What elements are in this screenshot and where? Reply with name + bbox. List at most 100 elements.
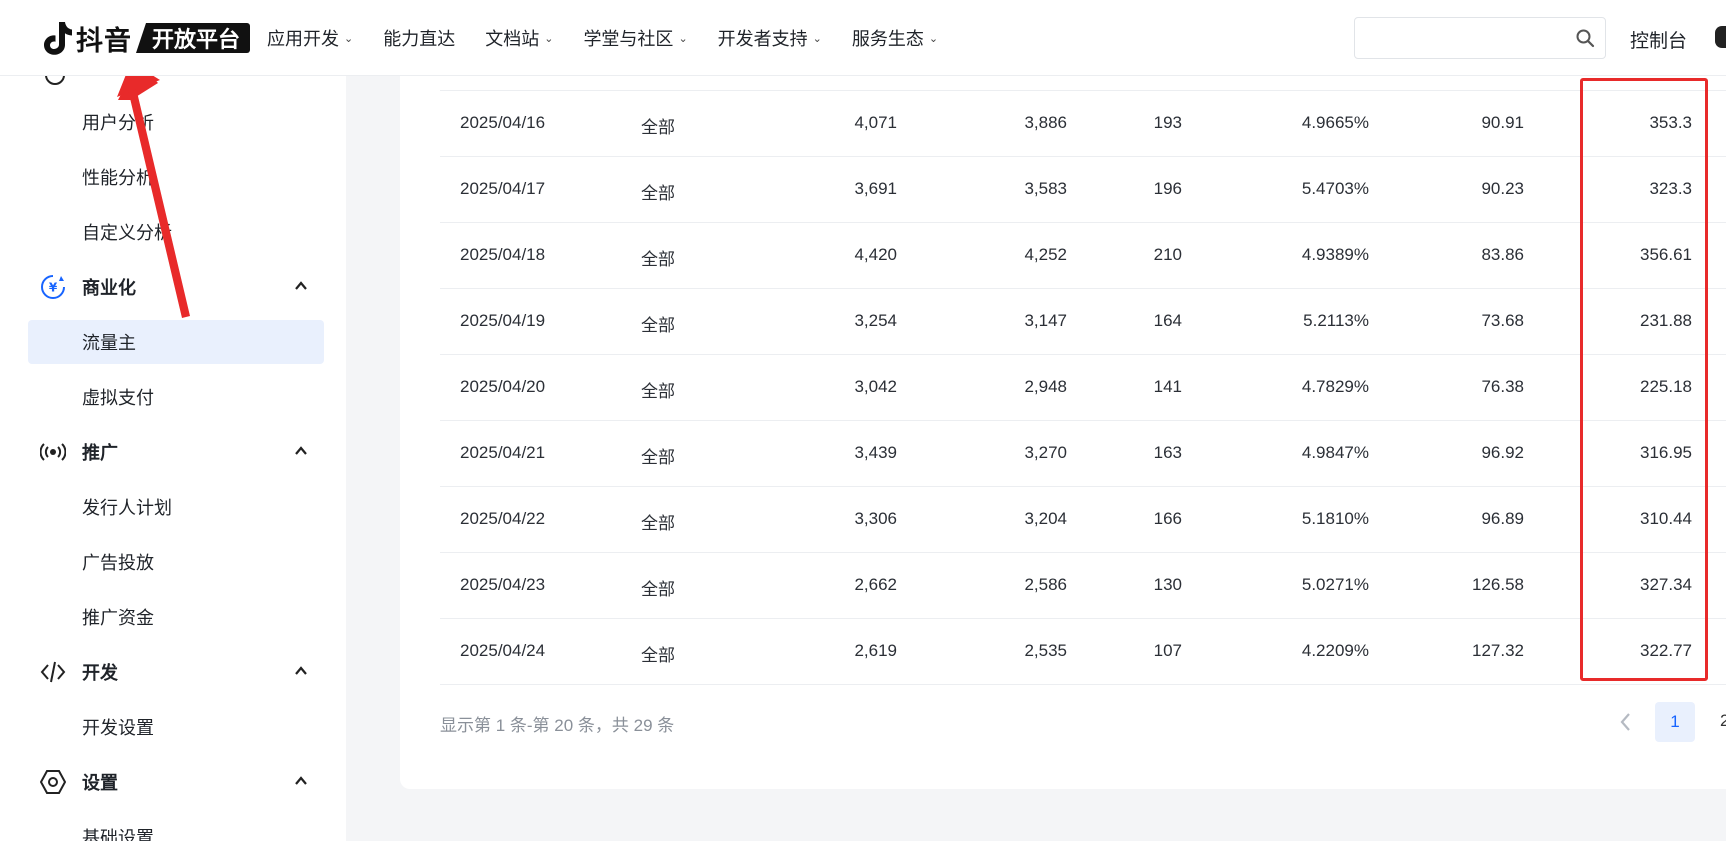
cell-col3: 3,254 [854, 311, 897, 330]
douyin-open-platform-logo[interactable]: 抖音 开放平台 [42, 20, 251, 56]
cell-type: 全部 [641, 118, 675, 137]
cell-col7: 126.58 [1472, 575, 1524, 594]
cell-col7: 96.89 [1481, 509, 1524, 528]
console-link[interactable]: 控制台 [1630, 26, 1687, 53]
sidebar-group-label: 商业化 [82, 278, 136, 298]
cell-col3: 2,619 [854, 641, 897, 660]
nav-label: 文档站 [485, 29, 540, 49]
cell-col5: 164 [1153, 311, 1182, 330]
pagination-summary: 显示第 1 条-第 20 条，共 29 条 [440, 716, 675, 735]
user-avatar-icon[interactable] [1715, 26, 1726, 48]
nav-service-ecosystem[interactable]: 服务生态 ⌄ [852, 25, 938, 51]
sidebar-item-performance-analysis[interactable]: 性能分析 [28, 155, 324, 199]
nav-capabilities[interactable]: 能力直达 [383, 25, 455, 51]
cell-col7: 83.86 [1481, 245, 1524, 264]
sidebar-group-promotion[interactable]: 推广 [28, 430, 324, 474]
cell-date: 2025/04/16 [460, 113, 546, 132]
table-row: 2025/04/22 全部 3,306 3,204 166 5.1810% 96.89 310… [440, 486, 1726, 552]
pagination-page-next[interactable]: 2 [1720, 711, 1726, 731]
table-row: 2025/04/16 全部 4,071 3,886 193 4.9665% 90.91 353… [440, 90, 1726, 156]
cell-col5: 107 [1153, 641, 1182, 660]
sidebar-group-label: 设置 [82, 773, 118, 793]
cell-col6: 5.0271% [1301, 575, 1369, 594]
cell-type: 全部 [641, 448, 675, 467]
cell-date: 2025/04/17 [460, 179, 546, 198]
pagination-page-current[interactable]: 1 [1655, 702, 1695, 742]
nav-academy-community[interactable]: 学堂与社区 ⌄ [583, 25, 687, 51]
cell-col4: 3,583 [1024, 179, 1067, 198]
table-row: 2025/04/21 全部 3,439 3,270 163 4.9847% 96.92 316… [440, 420, 1726, 486]
cell-col5: 193 [1153, 113, 1182, 132]
sidebar-item-dev-settings[interactable]: 开发设置 [28, 705, 324, 749]
cell-col5: 196 [1153, 179, 1182, 198]
cell-col5: 210 [1153, 245, 1182, 264]
sidebar-item-traffic-owner[interactable]: 流量主 [28, 320, 324, 364]
chevron-down-icon: ⌄ [544, 32, 554, 45]
sidebar-item-custom-analysis[interactable]: 自定义分析 [28, 210, 324, 254]
chevron-down-icon: ⌄ [812, 32, 822, 45]
cell-type: 全部 [641, 646, 675, 665]
table-row: 2025/04/19 全部 3,254 3,147 164 5.2113% 73.68 231… [440, 288, 1726, 354]
cell-col3: 4,071 [854, 113, 897, 132]
nav-app-development[interactable]: 应用开发 ⌄ [267, 25, 353, 51]
nav-label: 学堂与社区 [583, 29, 674, 49]
cell-date: 2025/04/21 [460, 443, 546, 462]
table-row: 2025/04/17 全部 3,691 3,583 196 5.4703% 90.23 323… [440, 156, 1726, 222]
sidebar: 用户分析 性能分析 自定义分析 ¥ 商业化 流量主 虚拟支付 推广 发行人计划 … [0, 76, 346, 841]
nav-docs[interactable]: 文档站 ⌄ [485, 25, 553, 51]
search-icon[interactable] [1575, 28, 1595, 48]
cell-col7: 76.38 [1481, 377, 1524, 396]
logo-text: 抖音 [76, 25, 132, 56]
cell-col4: 2,535 [1024, 641, 1067, 660]
sidebar-item-label: 广告投放 [82, 553, 154, 573]
nav-label: 开发者支持 [717, 29, 808, 49]
chevron-up-icon[interactable] [294, 279, 308, 293]
cell-col4: 3,270 [1024, 443, 1067, 462]
cell-col7: 96.92 [1481, 443, 1524, 462]
sidebar-item-publisher-plan[interactable]: 发行人计划 [28, 485, 324, 529]
cell-col7: 73.68 [1481, 311, 1524, 330]
nav-label: 能力直达 [383, 29, 456, 49]
nav-developer-support[interactable]: 开发者支持 ⌄ [718, 25, 822, 51]
cell-type: 全部 [641, 316, 675, 335]
chevron-up-icon[interactable] [294, 444, 308, 458]
sidebar-group-label: 开发 [82, 663, 118, 683]
sidebar-group-settings[interactable]: 设置 [28, 760, 324, 804]
cell-col3: 3,691 [854, 179, 897, 198]
cell-col3: 3,306 [854, 509, 897, 528]
sidebar-item-label: 基础设置 [82, 828, 154, 841]
cell-col6: 5.2113% [1303, 311, 1369, 330]
chevron-up-icon[interactable] [294, 664, 308, 678]
sidebar-item-label: 用户分析 [82, 113, 154, 133]
cell-col6: 5.1810% [1301, 509, 1369, 528]
cell-date: 2025/04/24 [460, 641, 546, 660]
cell-col5: 141 [1153, 377, 1182, 396]
cell-col4: 4,252 [1024, 245, 1067, 264]
sidebar-item-label: 自定义分析 [82, 223, 172, 243]
sidebar-item-label: 开发设置 [82, 718, 154, 738]
sidebar-item-virtual-payment[interactable]: 虚拟支付 [28, 375, 324, 419]
sidebar-group-commerce[interactable]: ¥ 商业化 [28, 265, 324, 309]
cell-col5: 163 [1153, 443, 1182, 462]
nav-label: 应用开发 [267, 29, 339, 49]
cell-col4: 2,586 [1024, 575, 1067, 594]
sidebar-item-basic-settings[interactable]: 基础设置 [28, 815, 324, 841]
chevron-left-icon[interactable] [1614, 708, 1638, 736]
cell-date: 2025/04/19 [460, 311, 546, 330]
sidebar-item-user-analysis[interactable]: 用户分析 [28, 100, 324, 144]
cell-col4: 3,886 [1024, 113, 1067, 132]
cell-col3: 3,439 [854, 443, 897, 462]
sidebar-item-promotion-funds[interactable]: 推广资金 [28, 595, 324, 639]
sidebar-group-develop[interactable]: 开发 [28, 650, 324, 694]
table-row: 2025/04/24 全部 2,619 2,535 107 4.2209% 127.32 32… [440, 618, 1726, 684]
table-row: 2025/04/18 全部 4,420 4,252 210 4.9389% 83.86 356… [440, 222, 1726, 288]
cell-col3: 4,420 [854, 245, 897, 264]
search-input[interactable] [1354, 17, 1606, 59]
data-analysis-icon [45, 76, 65, 85]
cell-col6: 4.2209% [1301, 641, 1369, 660]
logo-badge: 开放平台 [136, 23, 251, 53]
chevron-up-icon[interactable] [294, 774, 308, 788]
nav-label: 服务生态 [851, 29, 924, 49]
sidebar-item-ad-delivery[interactable]: 广告投放 [28, 540, 324, 584]
hexagon-settings-icon [40, 769, 66, 795]
